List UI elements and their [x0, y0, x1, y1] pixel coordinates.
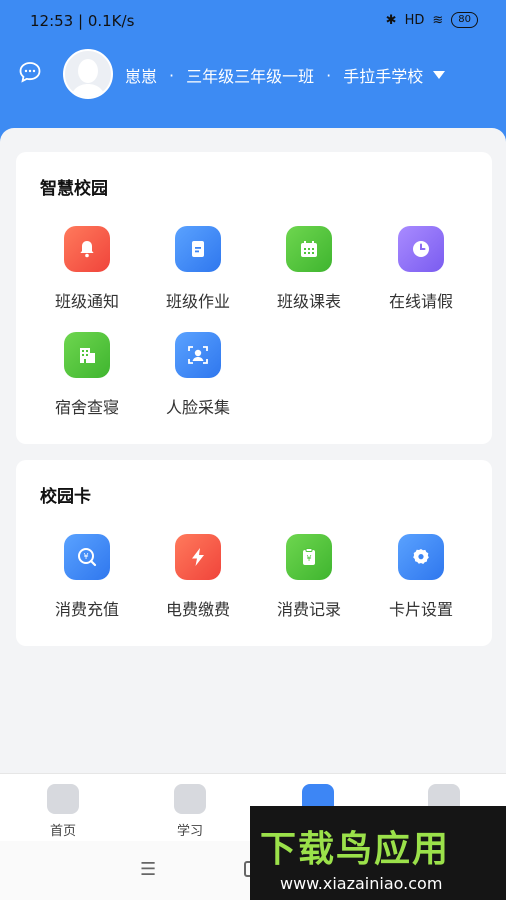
tile-class-notice[interactable]: 班级通知 — [32, 226, 142, 312]
section-title: 智慧校园 — [40, 179, 108, 199]
school-name: 手拉手学校 — [343, 67, 424, 86]
tab-label: 首页 — [49, 824, 76, 839]
smart-campus-card: 智慧校园 班级通知 班级作业 班级课表 在线请假 宿舍查寝 人脸采集 — [16, 152, 492, 444]
face-scan-icon — [175, 332, 221, 378]
message-icon[interactable] — [18, 60, 42, 84]
avatar-silhouette-icon — [71, 59, 105, 97]
tile-card-settings[interactable]: 卡片设置 — [366, 534, 476, 620]
tile-spending-record[interactable]: ¥ 消费记录 — [254, 534, 364, 620]
watermark-overlay: 下载鸟应用 www.xiazainiao.com — [250, 806, 506, 900]
main-content: 智慧校园 班级通知 班级作业 班级课表 在线请假 宿舍查寝 人脸采集 校园卡 ¥… — [0, 128, 506, 773]
tile-label: 人脸采集 — [165, 398, 230, 417]
tile-face-capture[interactable]: 人脸采集 — [143, 332, 253, 418]
document-icon — [175, 226, 221, 272]
tile-label: 消费充值 — [54, 600, 119, 619]
signal-icon: HD — [404, 12, 425, 28]
coin-search-icon: ¥ — [64, 534, 110, 580]
tile-label: 在线请假 — [388, 292, 453, 311]
dropdown-caret-icon[interactable] — [433, 71, 446, 79]
building-icon — [64, 332, 110, 378]
receipt-icon: ¥ — [286, 534, 332, 580]
tile-dorm-check[interactable]: 宿舍查寝 — [32, 332, 142, 418]
separator-dot: · — [326, 65, 332, 85]
separator-dot: · — [169, 65, 175, 85]
tab-study[interactable]: 学习 — [150, 784, 230, 839]
calendar-icon — [286, 226, 332, 272]
tile-label: 宿舍查寝 — [54, 398, 119, 417]
campus-card-section: 校园卡 ¥ 消费充值 电费缴费 ¥ 消费记录 卡片设置 — [16, 460, 492, 646]
tile-label: 卡片设置 — [388, 600, 453, 619]
watermark-title: 下载鸟应用 — [260, 829, 451, 870]
tile-electricity-fee[interactable]: 电费缴费 — [143, 534, 253, 620]
user-name: 崽崽 — [125, 67, 158, 86]
tile-class-homework[interactable]: 班级作业 — [143, 226, 253, 312]
svg-text:¥: ¥ — [83, 552, 88, 561]
status-time: 12:53 | 0.1K/s — [30, 12, 135, 30]
avatar[interactable] — [63, 49, 113, 99]
battery-icon: 80 — [451, 12, 478, 28]
tile-online-leave[interactable]: 在线请假 — [366, 226, 476, 312]
section-title: 校园卡 — [40, 487, 91, 507]
gear-icon — [398, 534, 444, 580]
tab-label: 学习 — [176, 824, 203, 839]
tile-label: 班级作业 — [165, 292, 230, 311]
clock-icon — [398, 226, 444, 272]
home-icon — [47, 784, 79, 814]
tile-class-schedule[interactable]: 班级课表 — [254, 226, 364, 312]
tile-recharge[interactable]: ¥ 消费充值 — [32, 534, 142, 620]
watermark-url: www.xiazainiao.com — [280, 874, 443, 893]
book-icon — [174, 784, 206, 814]
profile-header: 崽崽 · 三年级三年级一班 · 手拉手学校 — [0, 44, 506, 104]
tile-label: 电费缴费 — [165, 600, 230, 619]
tab-home[interactable]: 首页 — [23, 784, 103, 839]
tile-label: 班级课表 — [276, 292, 341, 311]
wifi-icon: ≋ — [432, 12, 444, 28]
bluetooth-icon: ✱ — [385, 12, 397, 28]
tile-label: 班级通知 — [54, 292, 119, 311]
class-name: 三年级三年级一班 — [186, 67, 315, 86]
svg-text:¥: ¥ — [306, 554, 311, 563]
status-bar: 12:53 | 0.1K/s ✱ HD ≋ 80 — [0, 0, 506, 42]
lightning-icon — [175, 534, 221, 580]
bell-icon — [64, 226, 110, 272]
profile-selector[interactable]: 崽崽 · 三年级三年级一班 · 手拉手学校 — [125, 63, 446, 87]
menu-icon[interactable]: ☰ — [140, 859, 156, 880]
tile-label: 消费记录 — [276, 600, 341, 619]
